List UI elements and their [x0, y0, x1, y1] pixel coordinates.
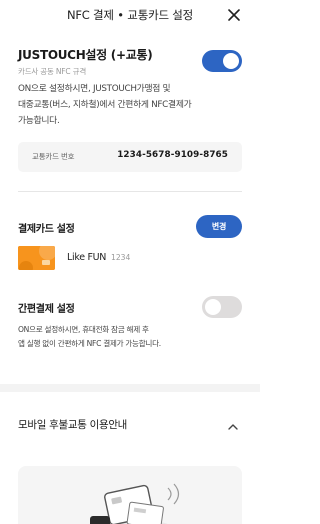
- divider: [18, 191, 242, 192]
- easy-pay-description: ON으로 설정하시면, 휴대전화 잠금 해제 후 앱 실행 없이 간편하게 NF…: [18, 323, 238, 351]
- mobile-guide-toggle[interactable]: [226, 418, 240, 430]
- justouch-desc-line3: 가능합니다.: [18, 116, 60, 126]
- justouch-desc-line1: ON으로 설정하시면, JUSTOUCH가맹점 및: [18, 84, 171, 94]
- card-name: Like FUN: [67, 252, 107, 263]
- toggle-knob: [223, 53, 239, 69]
- easy-pay-desc-line2: 앱 실행 없이 간편하게 NFC 결제가 가능합니다.: [18, 339, 161, 348]
- card-last-digits: 1234: [111, 253, 131, 262]
- easy-pay-title: 간편결제 설정: [18, 304, 75, 315]
- page-title: NFC 결제 • 교통카드 설정: [66, 8, 194, 22]
- close-icon: [228, 9, 240, 21]
- card-art-icon: [18, 246, 55, 270]
- justouch-title: JUSTOUCH설정 (+교통): [18, 48, 153, 62]
- easy-pay-desc-line1: ON으로 설정하시면, 휴대전화 잠금 해제 후: [18, 325, 149, 334]
- toggle-knob: [205, 299, 221, 315]
- section-separator: [0, 384, 260, 392]
- mobile-guide-title[interactable]: 모바일 후불교통 이용안내: [18, 417, 127, 432]
- transit-card-number: 1234-5678-9109-8765: [117, 150, 228, 160]
- justouch-description: ON으로 설정하시면, JUSTOUCH가맹점 및 대중교통(버스, 지하철)에…: [18, 81, 238, 129]
- transit-card-number-box: 교통카드 번호 1234-5678-9109-8765: [18, 142, 242, 172]
- card-thumbnail: [18, 246, 55, 270]
- justouch-subtitle: 카드사 공동 NFC 규격: [18, 67, 87, 76]
- guide-illustration: [18, 466, 242, 524]
- easy-pay-toggle[interactable]: [202, 296, 242, 318]
- justouch-toggle[interactable]: [202, 50, 242, 72]
- phone-tap-illustration: [90, 483, 180, 524]
- change-card-button[interactable]: 변경: [196, 215, 242, 238]
- justouch-desc-line2: 대중교통(버스, 지하철)에서 간편하게 NFC결제가: [18, 100, 192, 110]
- payment-card-title: 결제카드 설정: [18, 224, 75, 235]
- close-button[interactable]: [224, 5, 244, 25]
- header-bar: NFC 결제 • 교통카드 설정: [0, 0, 260, 30]
- chevron-up-icon: [228, 424, 238, 430]
- transit-card-label: 교통카드 번호: [32, 152, 75, 161]
